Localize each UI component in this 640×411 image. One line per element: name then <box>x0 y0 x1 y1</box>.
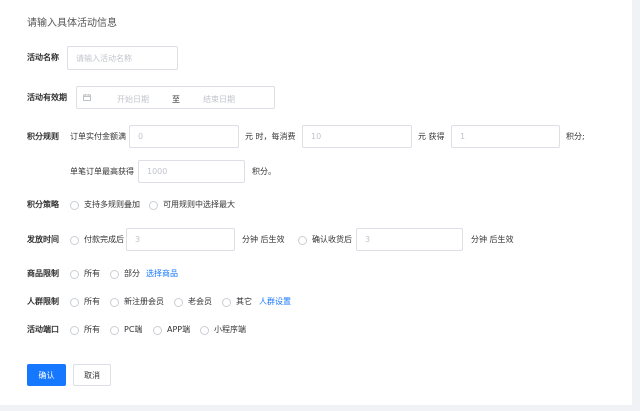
audience-other-radio[interactable] <box>222 298 231 307</box>
audience-new-label[interactable]: 新注册会员 <box>124 296 164 308</box>
points-award-input[interactable]: 1 <box>451 125 560 148</box>
product-limit-label: 商品限制 <box>27 269 59 278</box>
points-suffix-text: 积分; <box>566 132 585 141</box>
audience-limit-label: 人群限制 <box>27 297 59 306</box>
channel-all-label[interactable]: 所有 <box>84 324 100 336</box>
page-title: 请输入具体活动信息 <box>27 18 117 29</box>
channel-miniprogram-radio[interactable] <box>200 326 209 335</box>
channels-label: 活动端口 <box>27 325 59 334</box>
max-points-input[interactable]: 1000 <box>138 160 245 183</box>
audience-new-radio[interactable] <box>110 298 119 307</box>
select-products-link[interactable]: 选择商品 <box>146 268 178 280</box>
date-range-picker[interactable]: 开始日期 至 结束日期 <box>76 86 275 109</box>
product-all-label[interactable]: 所有 <box>84 268 100 280</box>
product-partial-label[interactable]: 部分 <box>124 268 140 280</box>
max-points-value: 1000 <box>147 167 168 176</box>
after-receipt-minutes-value: 3 <box>365 235 371 244</box>
amount-threshold-input[interactable]: 0 <box>129 125 239 148</box>
audience-old-radio[interactable] <box>174 298 183 307</box>
date-separator: 至 <box>172 95 180 104</box>
audience-settings-link[interactable]: 人群设置 <box>259 296 291 308</box>
issue-time-label: 发放时间 <box>27 235 59 244</box>
channel-miniprogram-label[interactable]: 小程序端 <box>214 324 246 336</box>
product-all-radio[interactable] <box>70 270 79 279</box>
after-payment-radio[interactable] <box>70 236 79 245</box>
activity-name-input[interactable]: 请输入活动名称 <box>67 46 178 70</box>
activity-name-placeholder: 请输入活动名称 <box>76 53 132 63</box>
after-payment-minutes-value: 3 <box>135 235 141 244</box>
confirm-button[interactable]: 确认 <box>27 364 66 386</box>
points-award-value: 1 <box>460 132 466 141</box>
product-partial-radio[interactable] <box>110 270 119 279</box>
points-rule-prefix: 订单实付金额满 <box>70 132 126 141</box>
channel-pc-radio[interactable] <box>110 326 119 335</box>
points-rule-label: 积分规则 <box>27 132 59 141</box>
audience-all-label[interactable]: 所有 <box>84 296 100 308</box>
yuan-when-text: 元 时，每消费 <box>245 132 296 141</box>
after-receipt-minutes-input[interactable]: 3 <box>356 228 463 251</box>
end-date-placeholder[interactable]: 结束日期 <box>203 94 235 105</box>
max-points-prefix: 单笔订单最高获得 <box>70 167 134 176</box>
after-payment-unit: 分钟 后生效 <box>242 235 285 244</box>
cancel-button[interactable]: 取消 <box>73 364 111 386</box>
after-receipt-radio[interactable] <box>298 236 307 245</box>
channel-pc-label[interactable]: PC端 <box>124 324 142 336</box>
strategy-max-label[interactable]: 可用规则中选择最大 <box>163 199 235 211</box>
strategy-stack-radio[interactable] <box>70 201 79 210</box>
audience-all-radio[interactable] <box>70 298 79 307</box>
activity-name-label: 活动名称 <box>27 53 59 62</box>
channel-app-label[interactable]: APP端 <box>167 324 190 336</box>
channel-app-radio[interactable] <box>153 326 162 335</box>
strategy-max-radio[interactable] <box>149 201 158 210</box>
calendar-icon <box>83 94 91 101</box>
max-points-suffix: 积分。 <box>252 167 276 176</box>
after-payment-minutes-input[interactable]: 3 <box>126 228 235 251</box>
after-payment-label[interactable]: 付款完成后 <box>84 234 124 246</box>
yuan-get-text: 元 获得 <box>418 132 445 141</box>
validity-label: 活动有效期 <box>27 93 67 102</box>
points-strategy-label: 积分策略 <box>27 200 59 209</box>
after-receipt-unit: 分钟 后生效 <box>471 235 514 244</box>
amount-threshold-value: 0 <box>138 132 144 141</box>
per-spend-input[interactable]: 10 <box>302 125 412 148</box>
per-spend-value: 10 <box>311 132 322 141</box>
channel-all-radio[interactable] <box>70 326 79 335</box>
strategy-stack-label[interactable]: 支持多规则叠加 <box>84 199 140 211</box>
audience-other-label[interactable]: 其它 <box>236 296 252 308</box>
start-date-placeholder[interactable]: 开始日期 <box>117 94 149 105</box>
form-card: 请输入具体活动信息 活动名称 请输入活动名称 活动有效期 开始日期 至 结束日期… <box>0 0 632 405</box>
after-receipt-label[interactable]: 确认收货后 <box>312 234 352 246</box>
audience-old-label[interactable]: 老会员 <box>188 296 212 308</box>
